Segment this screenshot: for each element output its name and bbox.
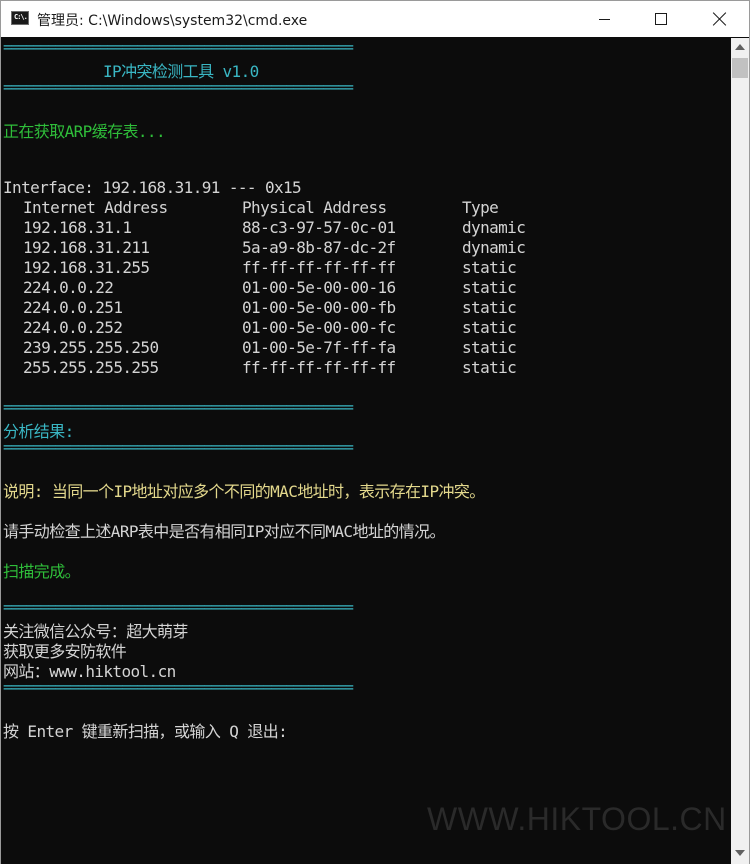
- arp-ip: 224.0.0.22: [23, 278, 114, 297]
- command-prompt[interactable]: 按 Enter 键重新扫描，或输入 Q 退出:: [3, 718, 288, 741]
- arp-ip: 224.0.0.252: [23, 318, 123, 337]
- arp-ip: 192.168.31.1: [23, 218, 132, 237]
- wechat-line: 关注微信公众号：超大萌芽: [3, 622, 188, 641]
- close-button[interactable]: [697, 1, 743, 37]
- separator-line: ========================================…: [3, 38, 354, 56]
- arp-type: static: [462, 338, 517, 357]
- instruction-text: 请手动检查上述ARP表中是否有相同IP对应不同MAC地址的情况。: [3, 522, 445, 541]
- arp-mac: 5a-a9-8b-87-dc-2f: [242, 238, 396, 257]
- separator-line: ========================================…: [3, 598, 354, 616]
- separator-line: ========================================…: [3, 78, 354, 96]
- arp-ip: 192.168.31.211: [23, 238, 150, 257]
- arp-mac: 01-00-5e-00-00-fc: [242, 318, 396, 337]
- cmd-icon-label: C:\.: [14, 13, 28, 21]
- arp-mac: ff-ff-ff-ff-ff-ff: [242, 258, 396, 277]
- tool-title: IP冲突检测工具 v1.0: [103, 62, 259, 81]
- analysis-title: 分析结果:: [3, 422, 74, 441]
- scan-complete: 扫描完成。: [3, 562, 81, 581]
- cmd-window: C:\. 管理员: C:\Windows\system32\cmd.exe ==…: [0, 0, 750, 864]
- arp-type: dynamic: [462, 218, 526, 237]
- arp-type: static: [462, 278, 517, 297]
- arp-type: static: [462, 258, 517, 277]
- arp-mac: 01-00-5e-7f-ff-fa: [242, 338, 396, 357]
- header-type: Type: [462, 198, 499, 217]
- more-software-line: 获取更多安防软件: [3, 642, 127, 661]
- separator-line: ========================================…: [3, 438, 354, 456]
- maximize-icon: [655, 13, 667, 25]
- window-title: 管理员: C:\Windows\system32\cmd.exe: [37, 13, 308, 29]
- arp-type: dynamic: [462, 238, 526, 257]
- arp-mac: 88-c3-97-57-0c-01: [242, 218, 396, 237]
- minimize-button[interactable]: [581, 1, 627, 37]
- header-physical-address: Physical Address: [242, 198, 387, 217]
- arp-type: static: [462, 358, 517, 377]
- close-icon: [713, 12, 727, 26]
- arp-mac: 01-00-5e-00-00-16: [242, 278, 396, 297]
- scrollbar-thumb[interactable]: [732, 58, 748, 78]
- scroll-up-icon[interactable]: [735, 44, 745, 50]
- arp-ip: 224.0.0.251: [23, 298, 123, 317]
- minimize-icon: [598, 18, 610, 20]
- console-output[interactable]: ========================================…: [1, 38, 731, 864]
- separator-line: ========================================…: [3, 678, 354, 696]
- arp-type: static: [462, 318, 517, 337]
- arp-mac: ff-ff-ff-ff-ff-ff: [242, 358, 396, 377]
- title-bar[interactable]: C:\. 管理员: C:\Windows\system32\cmd.exe: [1, 1, 749, 37]
- interface-line: Interface: 192.168.31.91 --- 0x15: [3, 178, 302, 197]
- explanation-text: 说明: 当同一个IP地址对应多个不同的MAC地址时，表示存在IP冲突。: [3, 482, 485, 501]
- arp-ip: 255.255.255.255: [23, 358, 159, 377]
- website-line: 网站：www.hiktool.cn: [3, 662, 176, 681]
- arp-ip: 192.168.31.255: [23, 258, 150, 277]
- arp-mac: 01-00-5e-00-00-fb: [242, 298, 396, 317]
- vertical-scrollbar[interactable]: [731, 38, 749, 864]
- arp-type: static: [462, 298, 517, 317]
- separator-line: ========================================…: [3, 398, 354, 416]
- maximize-button[interactable]: [638, 1, 684, 37]
- header-internet-address: Internet Address: [23, 198, 168, 217]
- scroll-down-icon[interactable]: [735, 850, 745, 856]
- cmd-icon[interactable]: C:\.: [11, 11, 29, 25]
- watermark: WWW.HIKTOOL.CN: [427, 801, 727, 837]
- arp-ip: 239.255.255.250: [23, 338, 159, 357]
- fetching-status: 正在获取ARP缓存表...: [3, 122, 166, 141]
